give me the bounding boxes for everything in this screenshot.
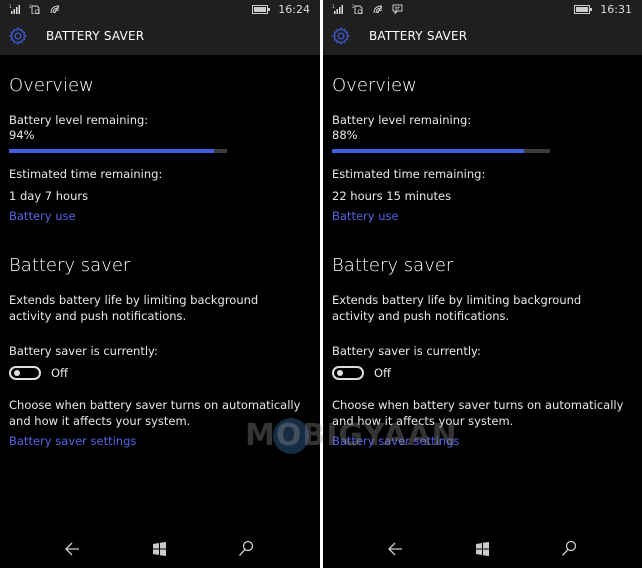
screenshot-divider — [320, 0, 323, 568]
battery-use-link[interactable]: Battery use — [332, 209, 399, 223]
page-title: BATTERY SAVER — [46, 29, 145, 43]
battery-saver-auto-description: Choose when battery saver turns on autom… — [9, 398, 301, 428]
battery-saver-auto-description: Choose when battery saver turns on autom… — [332, 398, 624, 428]
battery-saver-toggle[interactable] — [9, 366, 41, 380]
status-bar: 1 2 16:31 BATTERY SAVER — [323, 0, 642, 55]
status-bar: 1 2 16:24 BATTERY SAVER — [0, 0, 320, 55]
clock: 16:31 — [600, 3, 632, 16]
sim-icon: 2 — [29, 4, 40, 14]
clock: 16:24 — [278, 3, 310, 16]
battery-saver-state-label: Battery saver is currently: — [9, 344, 158, 358]
battery-saver-description: Extends battery life by limiting backgro… — [332, 293, 582, 323]
estimated-time-label: Estimated time remaining: — [332, 167, 486, 181]
overview-heading: Overview — [332, 75, 417, 96]
battery-saver-state-label: Battery saver is currently: — [332, 344, 481, 358]
settings-gear-icon — [9, 27, 27, 45]
search-icon[interactable] — [235, 538, 257, 560]
watermark-logo — [273, 418, 309, 454]
svg-text:1: 1 — [9, 4, 12, 9]
phone-screen-before: 1 2 16:24 BATTERY SAVER Overview Battery… — [0, 0, 320, 568]
battery-level-bar-fill — [332, 149, 524, 153]
sim-icon: 2 — [352, 4, 363, 14]
navigation-bar — [323, 530, 642, 568]
back-icon[interactable] — [62, 538, 84, 560]
status-icons: 1 2 — [9, 4, 61, 14]
battery-saver-settings-link[interactable]: Battery saver settings — [332, 434, 459, 448]
battery-saver-toggle[interactable] — [332, 366, 364, 380]
navigation-bar — [0, 530, 320, 568]
wifi-icon — [373, 5, 383, 14]
toggle-knob — [337, 370, 343, 376]
battery-level-label: Battery level remaining: — [332, 113, 472, 127]
battery-use-link[interactable]: Battery use — [9, 209, 76, 223]
svg-text:1: 1 — [332, 4, 335, 9]
svg-text:2: 2 — [352, 4, 355, 9]
overview-heading: Overview — [9, 75, 94, 96]
battery-icon — [252, 5, 271, 14]
toggle-state-label: Off — [374, 366, 391, 380]
battery-saver-heading: Battery saver — [332, 255, 454, 276]
estimated-time-value: 22 hours 15 minutes — [332, 189, 452, 203]
battery-saver-description: Extends battery life by limiting backgro… — [9, 293, 259, 323]
battery-level-bar — [332, 149, 550, 153]
signal-icon: 1 — [332, 4, 343, 14]
svg-text:2: 2 — [29, 4, 32, 9]
toggle-state-label: Off — [51, 366, 68, 380]
estimated-time-label: Estimated time remaining: — [9, 167, 163, 181]
battery-level-bar — [9, 149, 227, 153]
battery-level-label: Battery level remaining: — [9, 113, 149, 127]
wifi-icon — [50, 5, 60, 14]
toggle-knob — [14, 370, 20, 376]
windows-icon[interactable] — [149, 538, 171, 560]
message-icon — [392, 4, 403, 14]
battery-icon — [574, 5, 593, 14]
back-icon[interactable] — [385, 538, 407, 560]
signal-icon: 1 — [9, 4, 20, 14]
battery-saver-settings-link[interactable]: Battery saver settings — [9, 434, 136, 448]
windows-icon[interactable] — [472, 538, 494, 560]
estimated-time-value: 1 day 7 hours — [9, 189, 89, 203]
phone-screen-after: 1 2 16:31 BATTERY SAVER Overview Battery… — [323, 0, 642, 568]
battery-level-bar-fill — [9, 149, 214, 153]
page-title: BATTERY SAVER — [369, 29, 468, 43]
battery-level-value: 88% — [332, 128, 358, 142]
settings-gear-icon — [332, 27, 350, 45]
battery-saver-heading: Battery saver — [9, 255, 131, 276]
status-icons: 1 2 — [332, 4, 403, 14]
battery-level-value: 94% — [9, 128, 35, 142]
search-icon[interactable] — [558, 538, 580, 560]
